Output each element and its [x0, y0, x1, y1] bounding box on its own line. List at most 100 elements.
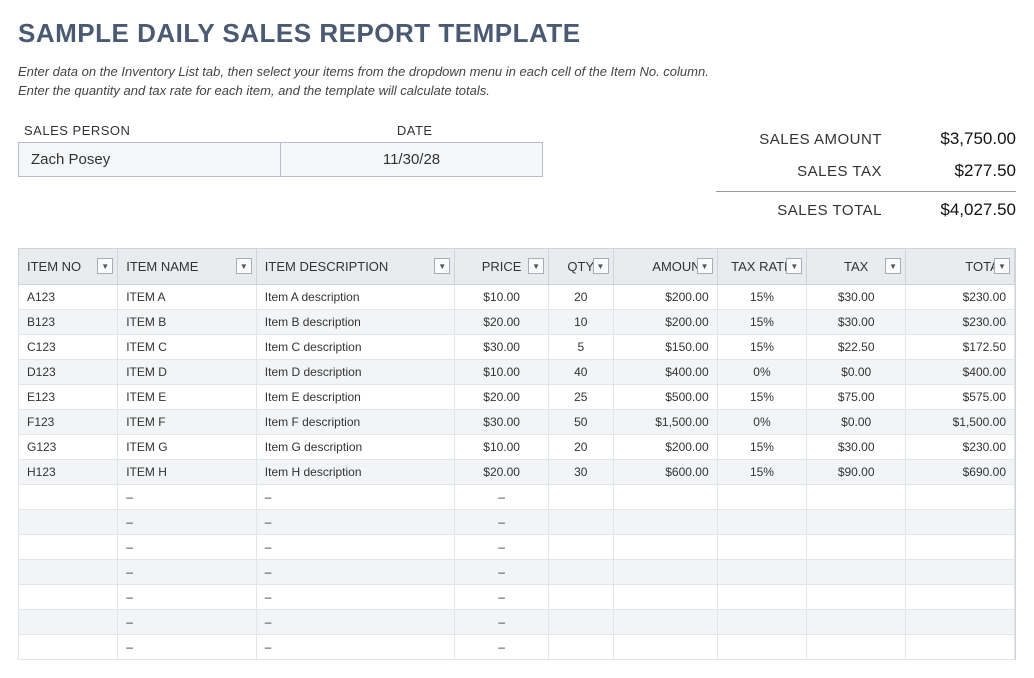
cell-amount[interactable]	[613, 509, 717, 534]
cell-tax[interactable]	[807, 534, 906, 559]
cell-tax[interactable]: $0.00	[807, 409, 906, 434]
cell-item-desc[interactable]: Item B description	[256, 309, 454, 334]
cell-item-desc[interactable]: Item F description	[256, 409, 454, 434]
cell-qty[interactable]	[549, 609, 613, 634]
cell-item-name[interactable]: –	[118, 534, 257, 559]
cell-tax-rate[interactable]: 15%	[717, 284, 807, 309]
cell-item-name[interactable]: ITEM F	[118, 409, 257, 434]
cell-tax-rate[interactable]: 0%	[717, 409, 807, 434]
cell-qty[interactable]: 30	[549, 459, 613, 484]
filter-button-tax[interactable]: ▼	[885, 258, 901, 274]
cell-item-name[interactable]: ITEM A	[118, 284, 257, 309]
cell-amount[interactable]	[613, 634, 717, 659]
cell-item-name[interactable]: –	[118, 634, 257, 659]
cell-tax[interactable]	[807, 484, 906, 509]
filter-button-amount[interactable]: ▼	[697, 258, 713, 274]
cell-price[interactable]: –	[455, 634, 549, 659]
cell-tax-rate[interactable]: 15%	[717, 459, 807, 484]
cell-item-no[interactable]	[19, 634, 118, 659]
cell-item-name[interactable]: ITEM D	[118, 359, 257, 384]
cell-price[interactable]: $20.00	[455, 459, 549, 484]
cell-amount[interactable]	[613, 534, 717, 559]
cell-qty[interactable]: 40	[549, 359, 613, 384]
filter-button-item-name[interactable]: ▼	[236, 258, 252, 274]
cell-item-no[interactable]	[19, 509, 118, 534]
cell-total[interactable]	[906, 609, 1015, 634]
cell-item-desc[interactable]: Item E description	[256, 384, 454, 409]
cell-item-name[interactable]: ITEM C	[118, 334, 257, 359]
cell-qty[interactable]: 50	[549, 409, 613, 434]
date-input[interactable]: 11/30/28	[280, 143, 542, 176]
cell-tax-rate[interactable]: 0%	[717, 359, 807, 384]
cell-tax[interactable]	[807, 509, 906, 534]
cell-tax[interactable]	[807, 634, 906, 659]
cell-price[interactable]: $10.00	[455, 359, 549, 384]
cell-item-name[interactable]: ITEM H	[118, 459, 257, 484]
cell-price[interactable]: $20.00	[455, 384, 549, 409]
cell-item-no[interactable]: E123	[19, 384, 118, 409]
cell-total[interactable]	[906, 534, 1015, 559]
cell-amount[interactable]	[613, 584, 717, 609]
cell-item-no[interactable]: H123	[19, 459, 118, 484]
cell-amount[interactable]: $150.00	[613, 334, 717, 359]
cell-total[interactable]: $230.00	[906, 309, 1015, 334]
cell-qty[interactable]	[549, 534, 613, 559]
cell-price[interactable]: –	[455, 559, 549, 584]
cell-total[interactable]	[906, 484, 1015, 509]
cell-item-name[interactable]: ITEM E	[118, 384, 257, 409]
cell-amount[interactable]: $1,500.00	[613, 409, 717, 434]
filter-button-total[interactable]: ▼	[994, 258, 1010, 274]
cell-item-no[interactable]: B123	[19, 309, 118, 334]
cell-tax-rate[interactable]: 15%	[717, 434, 807, 459]
cell-item-desc[interactable]: –	[256, 634, 454, 659]
cell-qty[interactable]	[549, 559, 613, 584]
cell-price[interactable]: –	[455, 509, 549, 534]
cell-qty[interactable]: 5	[549, 334, 613, 359]
cell-item-desc[interactable]: Item G description	[256, 434, 454, 459]
cell-tax[interactable]: $22.50	[807, 334, 906, 359]
cell-qty[interactable]	[549, 634, 613, 659]
cell-price[interactable]: $20.00	[455, 309, 549, 334]
cell-price[interactable]: –	[455, 609, 549, 634]
cell-qty[interactable]: 10	[549, 309, 613, 334]
cell-tax-rate[interactable]	[717, 584, 807, 609]
cell-tax-rate[interactable]: 15%	[717, 384, 807, 409]
cell-amount[interactable]	[613, 609, 717, 634]
cell-price[interactable]: $30.00	[455, 334, 549, 359]
cell-item-no[interactable]: G123	[19, 434, 118, 459]
cell-tax[interactable]: $90.00	[807, 459, 906, 484]
cell-amount[interactable]: $400.00	[613, 359, 717, 384]
cell-tax-rate[interactable]	[717, 634, 807, 659]
cell-amount[interactable]: $600.00	[613, 459, 717, 484]
cell-item-no[interactable]	[19, 609, 118, 634]
cell-tax-rate[interactable]: 15%	[717, 334, 807, 359]
cell-amount[interactable]	[613, 559, 717, 584]
cell-total[interactable]: $690.00	[906, 459, 1015, 484]
cell-item-name[interactable]: ITEM B	[118, 309, 257, 334]
cell-item-name[interactable]: –	[118, 484, 257, 509]
cell-item-desc[interactable]: Item D description	[256, 359, 454, 384]
cell-tax-rate[interactable]	[717, 509, 807, 534]
cell-item-name[interactable]: –	[118, 559, 257, 584]
cell-item-no[interactable]: C123	[19, 334, 118, 359]
cell-total[interactable]: $1,500.00	[906, 409, 1015, 434]
cell-tax[interactable]	[807, 559, 906, 584]
filter-button-tax-rate[interactable]: ▼	[786, 258, 802, 274]
cell-qty[interactable]: 20	[549, 434, 613, 459]
cell-item-no[interactable]	[19, 584, 118, 609]
cell-price[interactable]: $10.00	[455, 284, 549, 309]
cell-tax-rate[interactable]: 15%	[717, 309, 807, 334]
cell-price[interactable]: –	[455, 584, 549, 609]
filter-button-item-desc[interactable]: ▼	[434, 258, 450, 274]
cell-amount[interactable]: $200.00	[613, 284, 717, 309]
filter-button-item-no[interactable]: ▼	[97, 258, 113, 274]
cell-item-desc[interactable]: –	[256, 509, 454, 534]
cell-item-desc[interactable]: Item H description	[256, 459, 454, 484]
cell-tax[interactable]: $0.00	[807, 359, 906, 384]
cell-total[interactable]	[906, 509, 1015, 534]
cell-item-desc[interactable]: –	[256, 584, 454, 609]
cell-tax-rate[interactable]	[717, 559, 807, 584]
cell-item-no[interactable]: A123	[19, 284, 118, 309]
cell-tax[interactable]	[807, 609, 906, 634]
cell-total[interactable]: $172.50	[906, 334, 1015, 359]
